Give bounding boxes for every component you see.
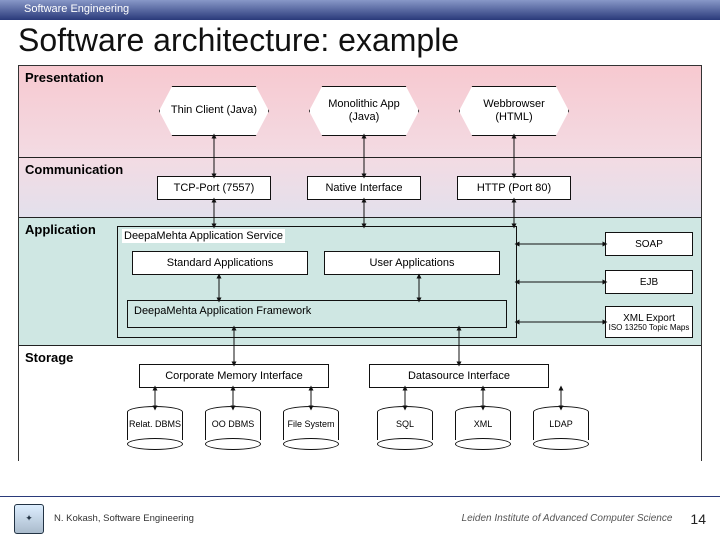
cyl-sql-label: SQL bbox=[377, 420, 433, 430]
node-app-framework: DeepaMehta Application Framework bbox=[127, 300, 507, 328]
node-soap: SOAP bbox=[605, 232, 693, 256]
cyl-relat-dbms: Relat. DBMS bbox=[127, 406, 183, 450]
layer-storage: Storage bbox=[19, 346, 701, 461]
cyl-file-label: File System bbox=[283, 420, 339, 430]
page-number: 14 bbox=[690, 511, 706, 527]
node-corporate-memory: Corporate Memory Interface bbox=[139, 364, 329, 388]
cyl-ldap-label: LDAP bbox=[533, 420, 589, 430]
node-monolithic-label: Monolithic App (Java) bbox=[310, 98, 418, 124]
node-xml-export: XML Export ISO 13250 Topic Maps bbox=[605, 306, 693, 338]
cyl-oo-dbms: OO DBMS bbox=[205, 406, 261, 450]
slide-footer: ✦ N. Kokash, Software Engineering Leiden… bbox=[0, 496, 720, 540]
layer-label-storage: Storage bbox=[25, 350, 73, 365]
cyl-file-system: File System bbox=[283, 406, 339, 450]
cyl-sql: SQL bbox=[377, 406, 433, 450]
node-native-interface: Native Interface bbox=[307, 176, 421, 200]
node-xml-export-label: XML Export bbox=[623, 313, 675, 324]
node-user-apps: User Applications bbox=[324, 251, 500, 275]
node-datasource-interface: Datasource Interface bbox=[369, 364, 549, 388]
node-xml-export-sub: ISO 13250 Topic Maps bbox=[609, 324, 690, 332]
layer-label-presentation: Presentation bbox=[25, 70, 104, 85]
node-ejb: EJB bbox=[605, 270, 693, 294]
slide-title: Software architecture: example bbox=[0, 20, 720, 65]
node-app-framework-label: DeepaMehta Application Framework bbox=[134, 305, 311, 317]
university-crest-icon: ✦ bbox=[14, 504, 44, 534]
node-browser-label: Webbrowser (HTML) bbox=[460, 98, 568, 124]
cyl-xml-label: XML bbox=[455, 420, 511, 430]
app-service-label: DeepaMehta Application Service bbox=[122, 229, 285, 243]
node-tcp-port: TCP-Port (7557) bbox=[157, 176, 271, 200]
node-monolithic: Monolithic App (Java) bbox=[309, 86, 419, 136]
layer-label-communication: Communication bbox=[25, 162, 123, 177]
course-name: Software Engineering bbox=[24, 3, 129, 15]
footer-institute: Leiden Institute of Advanced Computer Sc… bbox=[462, 513, 673, 524]
layer-label-application: Application bbox=[25, 222, 96, 237]
node-thin-client-label: Thin Client (Java) bbox=[165, 104, 263, 117]
cyl-oo-label: OO DBMS bbox=[205, 420, 261, 430]
node-http-port: HTTP (Port 80) bbox=[457, 176, 571, 200]
cyl-relat-label: Relat. DBMS bbox=[127, 420, 183, 430]
cyl-xml: XML bbox=[455, 406, 511, 450]
footer-author: N. Kokash, Software Engineering bbox=[54, 513, 194, 524]
node-standard-apps: Standard Applications bbox=[132, 251, 308, 275]
architecture-diagram: Presentation Communication Application S… bbox=[18, 65, 702, 461]
cyl-ldap: LDAP bbox=[533, 406, 589, 450]
node-thin-client: Thin Client (Java) bbox=[159, 86, 269, 136]
node-browser: Webbrowser (HTML) bbox=[459, 86, 569, 136]
course-header-bar: Software Engineering bbox=[0, 0, 720, 20]
